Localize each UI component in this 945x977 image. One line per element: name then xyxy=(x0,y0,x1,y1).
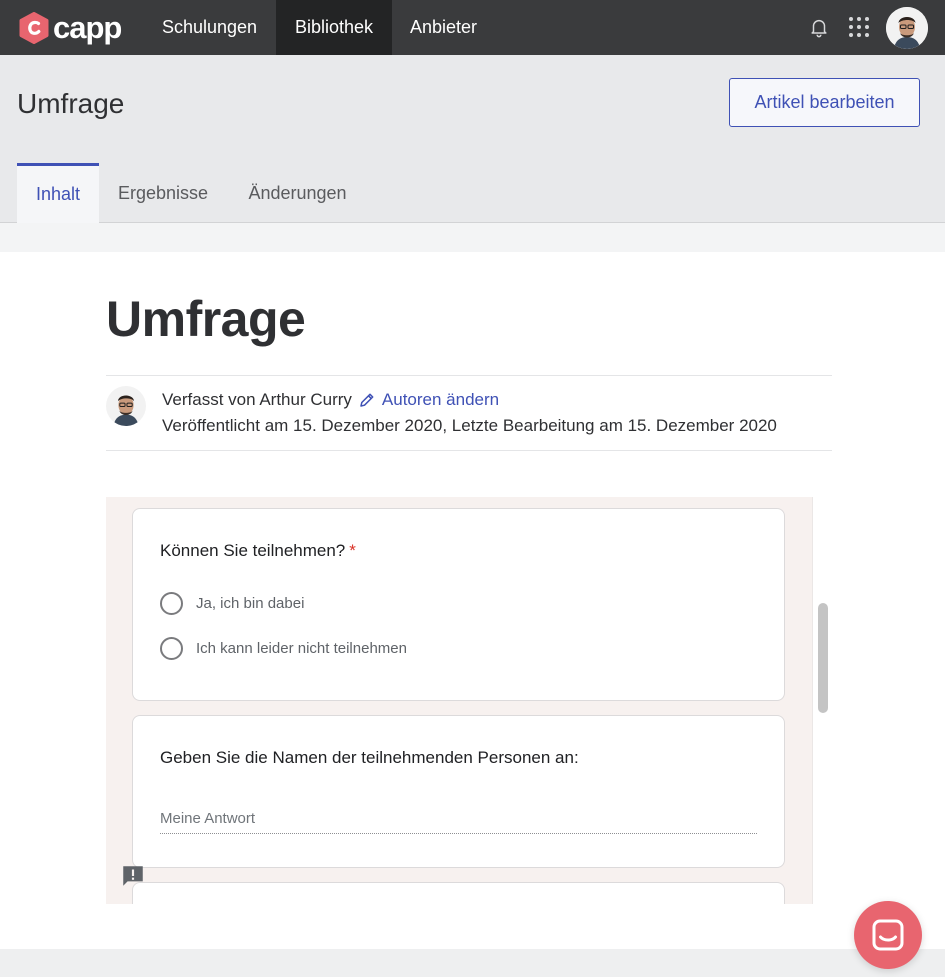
apps-menu-button[interactable] xyxy=(846,14,872,40)
radio-option-yes[interactable]: Ja, ich bin dabei xyxy=(160,592,304,615)
embedded-survey-form: Können Sie teilnehmen? * Ja, ich bin dabe… xyxy=(106,497,832,904)
pencil-icon xyxy=(358,391,376,409)
author-avatar-icon xyxy=(106,386,146,426)
bell-icon xyxy=(811,19,827,38)
bottom-strip xyxy=(0,949,945,977)
chat-icon xyxy=(872,919,904,951)
nav-item-bibliothek[interactable]: Bibliothek xyxy=(276,0,392,55)
change-authors-label: Autoren ändern xyxy=(381,390,500,409)
capp-logo-icon xyxy=(19,11,49,44)
question-title-text: Können Sie teilnehmen? xyxy=(160,541,346,560)
question-title: Geben Sie die Namen der teilnehmenden Pe… xyxy=(160,748,579,767)
report-feedback-button[interactable] xyxy=(120,863,146,889)
author-avatar xyxy=(106,386,146,426)
feedback-icon xyxy=(123,866,143,886)
form-scrollbar[interactable] xyxy=(812,497,832,904)
tab-ergebnisse[interactable]: Ergebnisse xyxy=(99,163,227,223)
article-meta: Verfasst von Arthur Curry Autoren ändern… xyxy=(106,375,832,451)
page-header: Umfrage Artikel bearbeiten Inhalt Ergebn… xyxy=(0,55,945,223)
tab-inhalt[interactable]: Inhalt xyxy=(17,163,99,223)
article-content: Umfrage Verfasst von Arthur Curry Autore… xyxy=(0,252,945,949)
radio-circle[interactable] xyxy=(160,592,183,615)
chat-launcher-button[interactable] xyxy=(854,901,922,969)
apps-grid-icon xyxy=(849,17,869,37)
logo-text: capp xyxy=(53,10,122,45)
capp-logo[interactable]: capp xyxy=(18,10,122,45)
published-line: Veröffentlicht am 15. Dezember 2020, Let… xyxy=(162,416,777,435)
top-navigation-bar: capp Schulungen Bibliothek Anbieter xyxy=(0,0,945,55)
radio-option-label: Ja, ich bin dabei xyxy=(196,595,305,612)
radio-circle[interactable] xyxy=(160,637,183,660)
question-card-attendance: Können Sie teilnehmen? * Ja, ich bin dabe… xyxy=(132,508,785,701)
edit-article-button[interactable]: Artikel bearbeiten xyxy=(729,78,920,127)
author-text: Verfasst von Arthur Curry xyxy=(162,390,352,409)
required-marker: * xyxy=(349,541,356,560)
question-card-names: Geben Sie die Namen der teilnehmenden Pe… xyxy=(132,715,785,868)
radio-option-no[interactable]: Ich kann leider nicht teilnehmen xyxy=(160,637,407,660)
question-title: Können Sie teilnehmen? * xyxy=(160,541,356,561)
avatar-icon xyxy=(886,7,928,49)
page-title: Umfrage xyxy=(17,88,125,119)
author-line: Verfasst von Arthur Curry Autoren ändern xyxy=(162,390,499,410)
user-avatar[interactable] xyxy=(886,7,928,49)
form-scrollbar-thumb[interactable] xyxy=(818,603,828,713)
tab-aenderungen[interactable]: Änderungen xyxy=(227,163,368,223)
nav-item-anbieter[interactable]: Anbieter xyxy=(392,0,495,55)
answer-input[interactable] xyxy=(160,804,757,834)
article-title: Umfrage xyxy=(106,291,306,347)
radio-option-label: Ich kann leider nicht teilnehmen xyxy=(196,640,407,657)
nav-item-schulungen[interactable]: Schulungen xyxy=(143,0,276,55)
question-card-next xyxy=(132,882,785,904)
notifications-button[interactable] xyxy=(806,14,832,40)
change-authors-link[interactable]: Autoren ändern xyxy=(358,390,499,410)
